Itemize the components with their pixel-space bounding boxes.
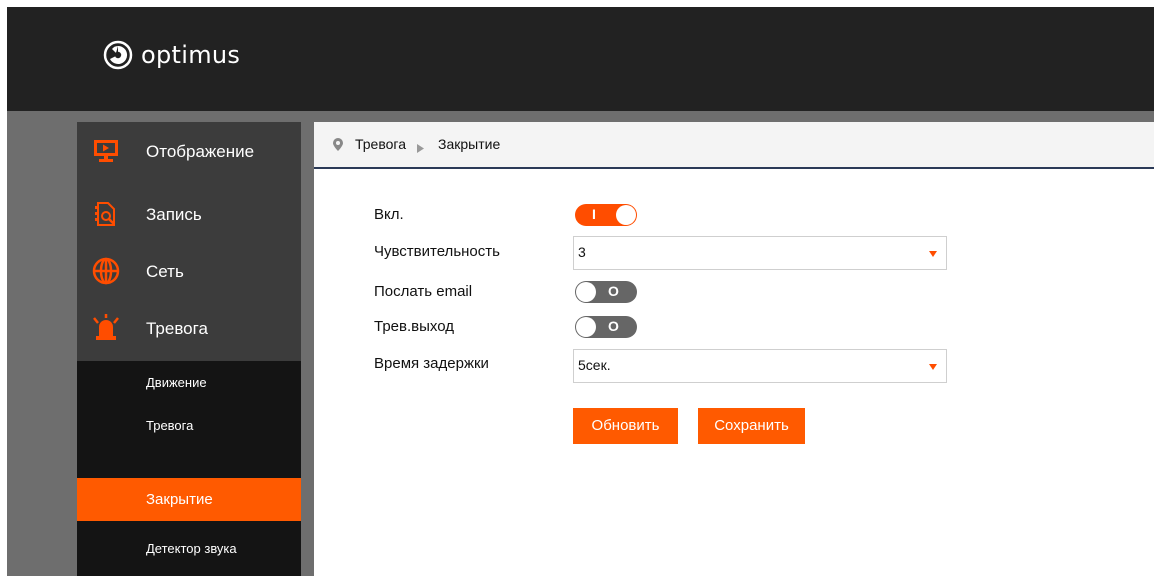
monitor-icon bbox=[91, 136, 121, 166]
sidebar: Отображение Запись Сеть Тревога Движение… bbox=[77, 122, 301, 576]
alarm-out-label: Трев.выход bbox=[374, 318, 454, 335]
toggle-knob bbox=[576, 282, 596, 302]
enable-toggle[interactable]: I bbox=[575, 204, 637, 226]
alarm-bell-icon bbox=[91, 313, 121, 343]
sidebar-subitem-label: Детектор звука bbox=[146, 541, 237, 556]
send-email-toggle[interactable]: O bbox=[575, 281, 637, 303]
main-panel: Тревога Закрытие Вкл. I Чувствительность… bbox=[314, 122, 1154, 576]
app-header: optimus bbox=[7, 7, 1154, 111]
toggle-knob bbox=[576, 317, 596, 337]
breadcrumb-arrow-icon bbox=[417, 140, 424, 158]
sidebar-item-display[interactable]: Отображение bbox=[77, 122, 301, 181]
delay-label: Время задержки bbox=[374, 355, 489, 372]
record-search-icon bbox=[91, 199, 121, 229]
dropdown-caret-icon bbox=[929, 364, 937, 370]
top-strip bbox=[0, 0, 1154, 7]
breadcrumb-page: Закрытие bbox=[438, 136, 501, 152]
sidebar-subitem-alarm[interactable]: Тревога bbox=[77, 404, 301, 449]
sensitivity-select[interactable]: 3 bbox=[573, 236, 947, 270]
save-button[interactable]: Сохранить bbox=[698, 408, 805, 444]
sidebar-subitem-label: Движение bbox=[146, 375, 207, 390]
enable-label: Вкл. bbox=[374, 206, 404, 223]
sidebar-subitem-label: Тревога bbox=[146, 418, 194, 433]
left-gutter bbox=[7, 122, 77, 576]
send-email-label: Послать email bbox=[374, 283, 473, 300]
refresh-button[interactable]: Обновить bbox=[573, 408, 678, 444]
delay-select[interactable]: 5сек. bbox=[573, 349, 947, 383]
sidebar-item-alarm[interactable]: Тревога bbox=[77, 299, 301, 358]
sidebar-gutter bbox=[301, 122, 314, 576]
globe-icon bbox=[91, 256, 121, 286]
location-pin-icon bbox=[333, 138, 343, 156]
sidebar-subitem-motion[interactable]: Движение bbox=[77, 361, 301, 404]
sensitivity-label: Чувствительность bbox=[374, 243, 500, 260]
brand-name: optimus bbox=[141, 41, 241, 69]
sidebar-subitem-audio-detector[interactable]: Детектор звука bbox=[77, 521, 301, 576]
dropdown-caret-icon bbox=[929, 251, 937, 257]
sidebar-spacer bbox=[77, 467, 301, 478]
sidebar-item-record[interactable]: Запись bbox=[77, 185, 301, 244]
sidebar-subitem-label: Закрытие bbox=[146, 491, 213, 508]
delay-value: 5сек. bbox=[578, 357, 611, 373]
optimus-logo-icon bbox=[103, 40, 133, 70]
sensitivity-value: 3 bbox=[578, 244, 586, 260]
sidebar-item-label: Запись bbox=[146, 204, 202, 224]
sidebar-item-label: Отображение bbox=[146, 141, 255, 161]
sidebar-item-network[interactable]: Сеть bbox=[77, 242, 301, 301]
toggle-mark: I bbox=[592, 206, 596, 222]
toggle-mark: O bbox=[608, 318, 619, 334]
brand-logo: optimus bbox=[103, 37, 240, 73]
sidebar-item-label: Сеть bbox=[146, 261, 184, 281]
sidebar-item-label: Тревога bbox=[146, 318, 208, 338]
sidebar-spacer bbox=[77, 449, 301, 467]
header-divider bbox=[7, 111, 1154, 122]
breadcrumb-section[interactable]: Тревога bbox=[355, 136, 406, 152]
toggle-knob bbox=[616, 205, 636, 225]
sidebar-subitem-tamper[interactable]: Закрытие bbox=[77, 478, 301, 521]
breadcrumb: Тревога Закрытие bbox=[314, 122, 1154, 169]
toggle-mark: O bbox=[608, 283, 619, 299]
alarm-out-toggle[interactable]: O bbox=[575, 316, 637, 338]
